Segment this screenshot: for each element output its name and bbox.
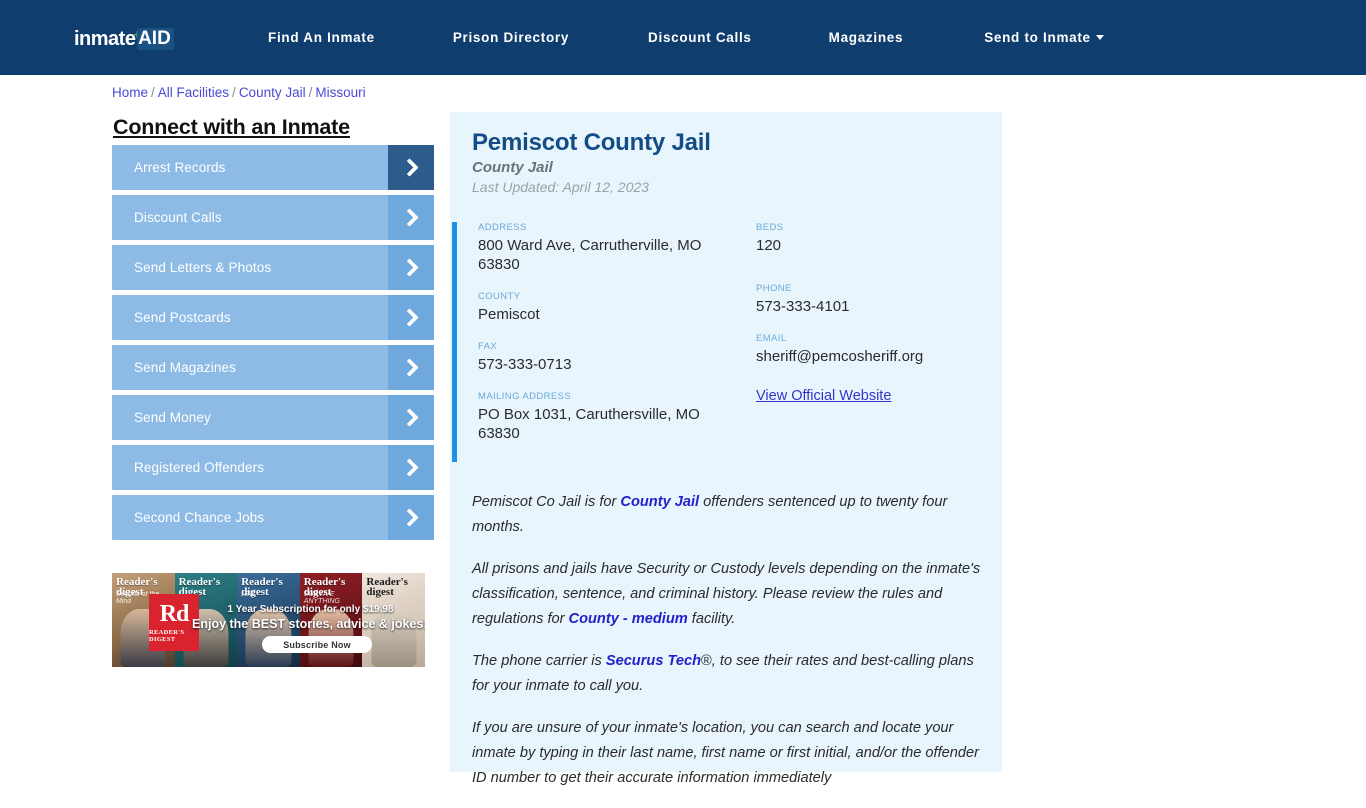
field-label: FAX bbox=[478, 341, 498, 352]
field-email: EMAIL sheriff@pemcosheriff.org bbox=[756, 333, 996, 366]
breadcrumb-separator: / bbox=[151, 85, 155, 100]
p3-text-a: The phone carrier is bbox=[472, 653, 606, 669]
breadcrumb-item-home[interactable]: Home bbox=[112, 85, 148, 100]
sidebar-item-label: Second Chance Jobs bbox=[134, 510, 265, 525]
p3-highlight: Securus Tech bbox=[605, 653, 702, 669]
sidebar-item-registered-offenders[interactable]: Registered Offenders bbox=[112, 445, 434, 490]
field-label: MAILING ADDRESS bbox=[478, 391, 572, 402]
chevron-right-icon bbox=[388, 345, 434, 390]
ad-headline: 1 Year Subscription for only $19.98 bbox=[227, 604, 394, 615]
breadcrumb-item-county-jail[interactable]: County Jail bbox=[239, 85, 306, 100]
p1-text-a: Pemiscot Co Jail is for bbox=[472, 494, 621, 510]
sidebar-item-send-letters-photos[interactable]: Send Letters & Photos bbox=[112, 245, 434, 290]
field-value: 120 bbox=[756, 237, 782, 254]
field-county: COUNTY Pemiscot bbox=[478, 291, 743, 324]
chevron-right-icon bbox=[388, 245, 434, 290]
sidebar-item-send-magazines[interactable]: Send Magazines bbox=[112, 345, 434, 390]
nav-item-send-to-inmate-label: Send to Inmate bbox=[984, 30, 1091, 45]
view-official-website-link[interactable]: View Official Website bbox=[756, 388, 891, 404]
site-logo[interactable]: inmate + AID bbox=[74, 26, 174, 52]
nav-item-send-to-inmate[interactable]: Send to Inmate bbox=[984, 30, 1104, 45]
breadcrumb-separator: / bbox=[308, 85, 313, 100]
page-title: Pemiscot County Jail bbox=[472, 129, 711, 156]
facility-info-column-right: BEDS 120 PHONE 573-333-4101 EMAIL sherif… bbox=[756, 222, 996, 405]
chevron-right-icon bbox=[388, 445, 434, 490]
description-paragraph-1: Pemiscot Co Jail is for County Jail offe… bbox=[472, 490, 994, 540]
nav-item-discount-calls[interactable]: Discount Calls bbox=[648, 30, 752, 45]
ad-cover-title: Reader's digest bbox=[366, 576, 408, 599]
nav-item-find-an-inmate[interactable]: Find An Inmate bbox=[268, 30, 375, 45]
last-updated-text: Last Updated: April 12, 2023 bbox=[472, 179, 649, 195]
field-fax: FAX 573-333-0713 bbox=[478, 341, 743, 374]
nav-item-prison-directory[interactable]: Prison Directory bbox=[453, 30, 569, 45]
breadcrumb-item-missouri[interactable]: Missouri bbox=[315, 85, 365, 100]
sidebar-item-label: Send Money bbox=[134, 410, 211, 425]
description-paragraph-2: All prisons and jails have Security or C… bbox=[472, 557, 994, 632]
chevron-right-icon bbox=[388, 395, 434, 440]
site-header: inmate + AID Find An Inmate Prison Direc… bbox=[0, 0, 1366, 75]
sidebar-item-send-postcards[interactable]: Send Postcards bbox=[112, 295, 434, 340]
ad-subscribe-button[interactable]: Subscribe Now bbox=[262, 636, 372, 653]
facility-info-column-left: ADDRESS 800 Ward Ave, Carrutherville, MO… bbox=[478, 222, 743, 460]
logo-aid: AID bbox=[137, 28, 174, 50]
sidebar-menu: Arrest Records Discount Calls Send Lette… bbox=[112, 145, 434, 545]
chevron-right-icon bbox=[388, 145, 434, 190]
sidebar-item-arrest-records[interactable]: Arrest Records bbox=[112, 145, 434, 190]
field-address: ADDRESS 800 Ward Ave, Carrutherville, MO… bbox=[478, 222, 743, 274]
chevron-right-icon bbox=[388, 195, 434, 240]
field-value: PO Box 1031, Caruthersville, MO 63830 bbox=[478, 406, 700, 442]
field-label: PHONE bbox=[756, 283, 792, 294]
advertisement-banner[interactable]: Reader's digest Secrets of the Mind Read… bbox=[112, 573, 425, 667]
breadcrumb: Home / All Facilities / County Jail / Missouri bbox=[112, 85, 366, 100]
facility-info-block: ADDRESS 800 Ward Ave, Carrutherville, MO… bbox=[452, 222, 1000, 462]
sidebar-item-label: Send Postcards bbox=[134, 310, 231, 325]
field-label: COUNTY bbox=[478, 291, 521, 302]
ad-brand-name: READER'S DIGEST bbox=[149, 629, 185, 643]
field-phone: PHONE 573-333-4101 bbox=[756, 283, 996, 316]
main-navigation: Find An Inmate Prison Directory Discount… bbox=[268, 0, 1104, 75]
ad-cover-subtitle: LEE bbox=[241, 591, 255, 598]
sidebar-item-label: Discount Calls bbox=[134, 210, 222, 225]
field-value: 573-333-4101 bbox=[756, 298, 850, 315]
field-label: ADDRESS bbox=[478, 222, 527, 233]
field-value: 573-333-0713 bbox=[478, 356, 572, 373]
field-mailing-address: MAILING ADDRESS PO Box 1031, Caruthersvi… bbox=[478, 391, 743, 443]
nav-item-magazines[interactable]: Magazines bbox=[829, 30, 904, 45]
breadcrumb-separator: / bbox=[232, 85, 236, 100]
breadcrumb-item-all-facilities[interactable]: All Facilities bbox=[158, 85, 229, 100]
facility-description: Pemiscot Co Jail is for County Jail offe… bbox=[472, 490, 994, 808]
field-value: Pemiscot bbox=[478, 306, 540, 323]
registered-mark: ® bbox=[701, 653, 712, 669]
sidebar-item-discount-calls[interactable]: Discount Calls bbox=[112, 195, 434, 240]
description-paragraph-4: If you are unsure of your inmate's locat… bbox=[472, 720, 979, 786]
accent-bar bbox=[452, 222, 457, 462]
sidebar-item-label: Send Magazines bbox=[134, 360, 236, 375]
p2-text-c: facility. bbox=[687, 611, 736, 627]
chevron-right-icon bbox=[388, 495, 434, 540]
facility-type: County Jail bbox=[472, 159, 553, 176]
description-paragraph-3: The phone carrier is Securus Tech®, to s… bbox=[472, 649, 994, 699]
sidebar-item-label: Arrest Records bbox=[134, 160, 226, 175]
sidebar-heading: Connect with an Inmate bbox=[113, 115, 350, 139]
p2-highlight: County - medium bbox=[568, 611, 688, 627]
field-value: sheriff@pemcosheriff.org bbox=[756, 348, 924, 365]
sidebar-item-label: Registered Offenders bbox=[134, 460, 265, 475]
ad-subheadline: Enjoy the BEST stories, advice & jokes! bbox=[192, 617, 425, 631]
chevron-right-icon bbox=[388, 295, 434, 340]
ad-cover-subtitle: SURVIVE ANYTHING bbox=[303, 591, 340, 605]
field-value: 800 Ward Ave, Carrutherville, MO 63830 bbox=[478, 237, 702, 273]
field-label: EMAIL bbox=[756, 333, 787, 344]
logo-word: inmate bbox=[74, 28, 136, 50]
field-label: BEDS bbox=[756, 222, 784, 233]
sidebar-item-label: Send Letters & Photos bbox=[134, 260, 272, 275]
facility-detail-panel: Pemiscot County Jail County Jail Last Up… bbox=[450, 112, 1002, 786]
chevron-down-icon bbox=[1095, 35, 1104, 40]
p1-highlight: County Jail bbox=[620, 494, 700, 510]
ad-brand-initials: Rd bbox=[159, 601, 190, 627]
sidebar-item-send-money[interactable]: Send Money bbox=[112, 395, 434, 440]
field-beds: BEDS 120 bbox=[756, 222, 996, 255]
sidebar-item-second-chance-jobs[interactable]: Second Chance Jobs bbox=[112, 495, 434, 540]
